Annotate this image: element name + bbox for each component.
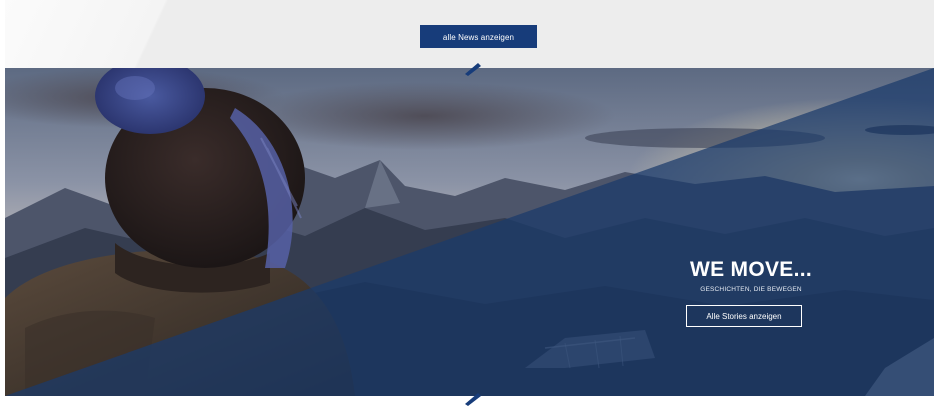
hero-background-image [5,68,934,396]
slash-marker-icon [465,393,481,406]
decorative-sheen [5,0,265,68]
show-all-stories-button[interactable]: Alle Stories anzeigen [686,305,802,327]
slash-marker-icon [465,63,481,76]
hero-banner: WE MOVE... GESCHICHTEN, DIE BEWEGEN Alle… [5,68,934,396]
show-all-news-button[interactable]: alle News anzeigen [420,25,537,48]
page: alle News anzeigen WE MOVE... GESCHICHTE… [0,0,934,420]
hero-subtitle: GESCHICHTEN, DIE BEWEGEN [700,286,802,293]
hero-title: WE MOVE... [689,258,812,281]
